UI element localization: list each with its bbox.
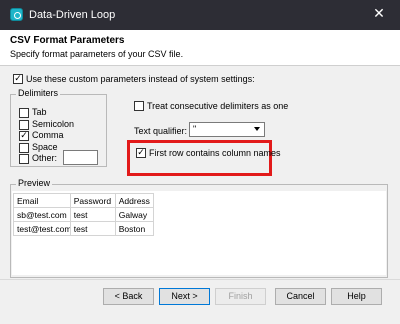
- highlight-box: [127, 140, 272, 176]
- tab-label: Tab: [32, 107, 47, 117]
- text-qualifier-select[interactable]: ": [189, 122, 265, 137]
- table-cell: Boston: [114, 221, 154, 236]
- footer-divider: [0, 279, 400, 280]
- preview-table: Email Password Address sb@test.com test …: [13, 193, 154, 236]
- preview-legend: Preview: [16, 178, 53, 188]
- table-row: sb@test.com test Galway: [13, 207, 154, 222]
- table-cell: test: [69, 221, 116, 236]
- semicolon-checkbox[interactable]: [19, 120, 29, 130]
- finish-button[interactable]: Finish: [215, 288, 266, 305]
- consecutive-delimiters-checkbox[interactable]: [134, 101, 144, 111]
- table-header-row: Email Password Address: [13, 193, 154, 208]
- first-row-column-names-label: First row contains column names: [149, 148, 281, 158]
- page-title: CSV Format Parameters: [10, 35, 125, 46]
- space-label: Space: [32, 142, 58, 152]
- space-checkbox[interactable]: [19, 143, 29, 153]
- data-loop-icon: [10, 8, 23, 21]
- comma-label: Comma: [32, 130, 64, 140]
- delimiters-legend: Delimiters: [16, 88, 61, 98]
- page-subtitle: Specify format parameters of your CSV fi…: [10, 49, 184, 59]
- use-custom-label: Use these custom parameters instead of s…: [26, 74, 255, 84]
- other-label: Other:: [32, 153, 58, 163]
- consecutive-delimiters-label: Treat consecutive delimiters as one: [147, 101, 289, 111]
- back-button[interactable]: < Back: [103, 288, 154, 305]
- first-row-column-names-checkbox[interactable]: ✓: [136, 148, 146, 158]
- tab-checkbox[interactable]: [19, 108, 29, 118]
- text-qualifier-value: ": [193, 124, 197, 134]
- column-header-password[interactable]: Password: [69, 193, 116, 208]
- table-cell: test: [69, 207, 116, 222]
- table-row: test@test.com test Boston: [13, 221, 154, 236]
- table-cell: Galway: [114, 207, 154, 222]
- window-title: Data-Driven Loop: [29, 9, 116, 21]
- next-button[interactable]: Next >: [159, 288, 210, 305]
- page-header: CSV Format Parameters Specify format par…: [0, 30, 400, 66]
- title-bar: Data-Driven Loop ✕: [0, 0, 400, 30]
- dialog-window: Data-Driven Loop ✕ CSV Format Parameters…: [0, 0, 400, 324]
- comma-checkbox[interactable]: ✓: [19, 131, 29, 141]
- other-delimiter-input[interactable]: [63, 150, 98, 165]
- close-icon[interactable]: ✕: [369, 5, 389, 23]
- column-header-email[interactable]: Email: [13, 193, 71, 208]
- text-qualifier-label: Text qualifier:: [134, 126, 188, 136]
- cancel-button[interactable]: Cancel: [275, 288, 326, 305]
- help-button[interactable]: Help: [331, 288, 382, 305]
- use-custom-checkbox[interactable]: ✓: [13, 74, 23, 84]
- table-cell: test@test.com: [13, 221, 71, 236]
- chevron-down-icon: [254, 127, 260, 131]
- column-header-address[interactable]: Address: [114, 193, 154, 208]
- semicolon-label: Semicolon: [32, 119, 75, 129]
- other-checkbox[interactable]: [19, 154, 29, 164]
- table-cell: sb@test.com: [13, 207, 71, 222]
